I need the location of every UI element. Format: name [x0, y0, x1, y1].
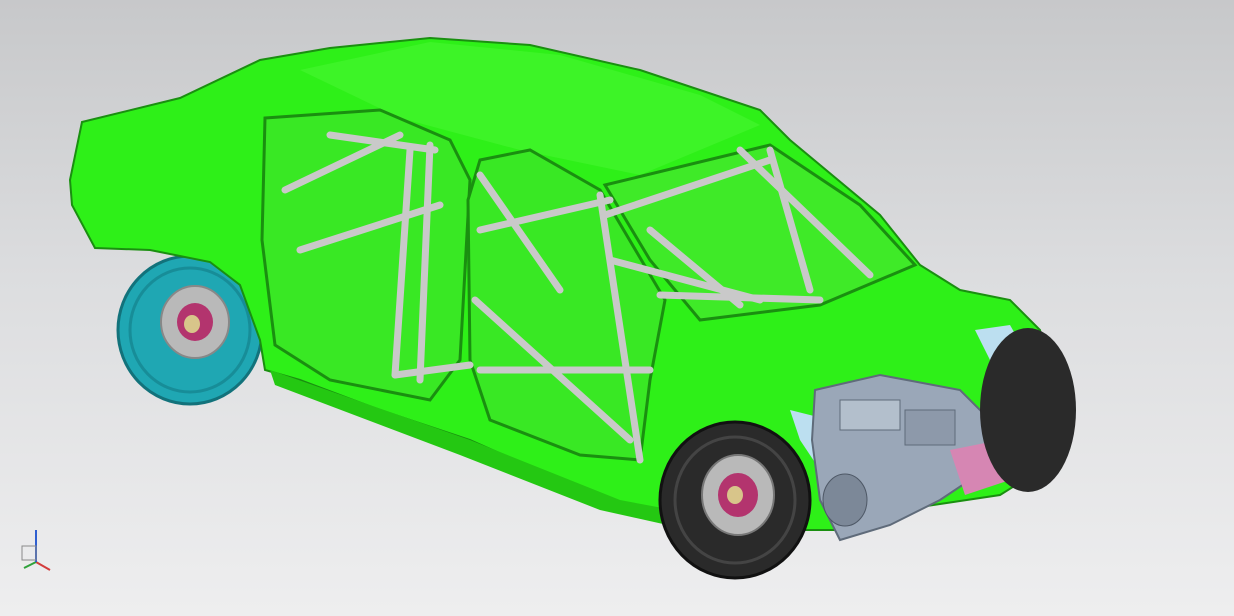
car-body-model[interactable]	[0, 0, 1234, 616]
coordinate-triad-icon	[21, 530, 51, 571]
graphics-viewport[interactable]	[0, 0, 1234, 616]
